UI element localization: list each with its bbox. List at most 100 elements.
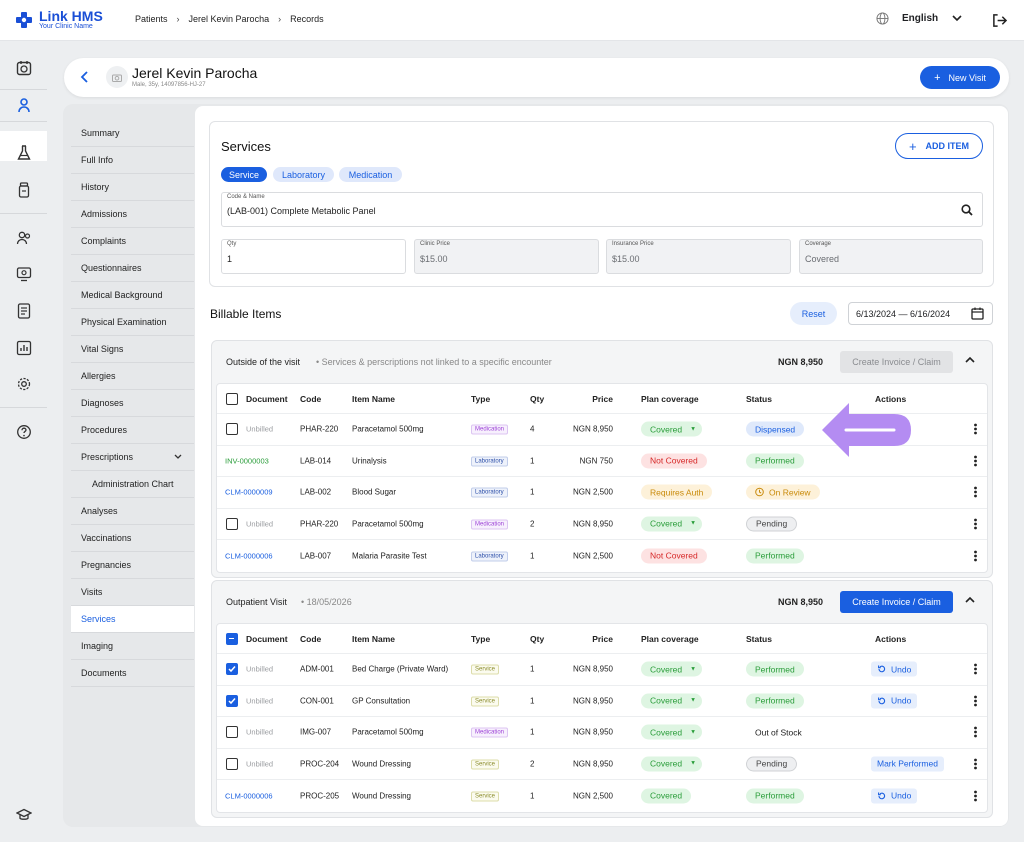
breadcrumb-patient-name[interactable]: Jerel Kevin Parocha <box>189 14 270 24</box>
report-document-icon[interactable] <box>14 301 34 321</box>
row-checkbox[interactable] <box>226 517 238 530</box>
reset-button[interactable]: Reset <box>790 302 837 325</box>
group-header[interactable]: Outpatient Visit • 18/05/2026 NGN 8,950 Cre… <box>212 581 992 622</box>
select-all-checkbox[interactable] <box>226 632 238 645</box>
add-item-button[interactable]: + ADD ITEM <box>895 133 983 159</box>
logout-icon[interactable] <box>992 13 1007 28</box>
coverage-pill[interactable]: Covered ▼ <box>641 661 703 677</box>
subnav-item-questionnaires[interactable]: Questionnaires <box>71 255 194 282</box>
subnav-item-analyses[interactable]: Analyses <box>71 498 194 525</box>
subnav-item-full-info[interactable]: Full Info <box>71 147 194 174</box>
row-checkbox[interactable] <box>226 726 238 739</box>
patient-icon[interactable] <box>14 95 34 115</box>
subnav-item-administration-chart[interactable]: Administration Chart <box>71 471 194 498</box>
search-icon[interactable] <box>961 204 973 216</box>
calendar-icon[interactable] <box>14 58 34 78</box>
coverage-cell[interactable]: Covered ▼ <box>641 756 703 772</box>
subnav-item-pregnancies[interactable]: Pregnancies <box>71 552 194 579</box>
subnav-item-imaging[interactable]: Imaging <box>71 633 194 660</box>
chevron-down-icon[interactable] <box>174 454 182 459</box>
more-options-icon[interactable] <box>974 663 977 675</box>
coverage-pill[interactable]: Covered ▼ <box>641 421 703 437</box>
table-row[interactable]: Unbilled IMG-007 Paracetamol 500mg Medicati… <box>217 717 987 749</box>
subnav-item-vital-signs[interactable]: Vital Signs <box>71 336 194 363</box>
date-range-picker[interactable]: 6/13/2024 — 6/16/2024 <box>848 302 993 325</box>
row-checkbox[interactable] <box>226 423 238 436</box>
table-row[interactable]: CLM-0000006 LAB-007 Malaria Parasite Test L… <box>217 540 987 572</box>
table-row[interactable]: Unbilled PROC-204 Wound Dressing Service 2 NG… <box>217 749 987 780</box>
document-cell[interactable]: INV-0000003 <box>225 456 269 465</box>
create-invoice-button[interactable]: Create Invoice / Claim <box>840 591 953 613</box>
mark-performed-button[interactable]: Mark Performed <box>871 756 944 772</box>
tab-laboratory[interactable]: Laboratory <box>273 167 334 182</box>
subnav-item-prescriptions[interactable]: Prescriptions <box>71 444 194 471</box>
subnav-item-vaccinations[interactable]: Vaccinations <box>71 525 194 552</box>
subnav-item-summary[interactable]: Summary <box>71 120 194 147</box>
help-icon[interactable] <box>14 422 34 442</box>
more-options-icon[interactable] <box>974 518 977 530</box>
table-row[interactable]: Unbilled ADM-001 Bed Charge (Private Ward)… <box>217 654 987 686</box>
qty-field[interactable]: Qty 1 <box>221 239 406 274</box>
education-cap-icon[interactable] <box>14 805 34 825</box>
subnav-item-history[interactable]: History <box>71 174 194 201</box>
select-all-checkbox[interactable] <box>226 392 238 405</box>
subnav-item-allergies[interactable]: Allergies <box>71 363 194 390</box>
settings-gear-icon[interactable] <box>14 374 34 394</box>
chevron-up-icon[interactable] <box>965 596 975 603</box>
document-cell[interactable]: CLM-0000006 <box>225 791 273 800</box>
table-row[interactable]: CLM-0000006 PROC-205 Wound Dressing Service… <box>217 780 987 812</box>
staff-group-icon[interactable] <box>14 228 34 248</box>
group-header[interactable]: Outside of the visit • Services & perscri… <box>212 341 992 382</box>
subnav-item-visits[interactable]: Visits <box>71 579 194 606</box>
table-row[interactable]: Unbilled PHAR-220 Paracetamol 500mg Medicat… <box>217 509 987 540</box>
row-checkbox[interactable] <box>226 694 238 707</box>
subnav-item-complaints[interactable]: Complaints <box>71 228 194 255</box>
document-cell[interactable]: CLM-0000006 <box>225 551 273 560</box>
coverage-cell[interactable]: Covered ▼ <box>641 421 703 437</box>
more-options-icon[interactable] <box>974 695 977 707</box>
undo-button[interactable]: Undo <box>871 788 918 804</box>
chevron-up-icon[interactable] <box>965 356 975 363</box>
back-arrow-icon[interactable] <box>80 70 90 84</box>
more-options-icon[interactable] <box>974 790 977 802</box>
coverage-pill[interactable]: Covered ▼ <box>641 756 703 772</box>
lab-flask-icon[interactable] <box>14 143 34 163</box>
table-row[interactable]: CLM-0000009 LAB-002 Blood Sugar Laboratory 1… <box>217 477 987 509</box>
undo-button[interactable]: Undo <box>871 693 918 709</box>
new-visit-button[interactable]: + New Visit <box>920 66 1000 89</box>
table-row[interactable]: Unbilled CON-001 GP Consultation Service 1 NG… <box>217 686 987 717</box>
coverage-cell[interactable]: Covered ▼ <box>641 661 703 677</box>
more-options-icon[interactable] <box>974 423 977 435</box>
more-options-icon[interactable] <box>974 486 977 498</box>
subnav-item-documents[interactable]: Documents <box>71 660 194 687</box>
code-name-field[interactable]: Code & Name (LAB-001) Complete Metabolic… <box>221 192 983 227</box>
more-options-icon[interactable] <box>974 726 977 738</box>
coverage-cell[interactable]: Covered ▼ <box>641 693 703 709</box>
create-invoice-button[interactable]: Create Invoice / Claim <box>840 351 953 373</box>
subnav-item-medical-background[interactable]: Medical Background <box>71 282 194 309</box>
subnav-item-procedures[interactable]: Procedures <box>71 417 194 444</box>
subnav-item-physical-examination[interactable]: Physical Examination <box>71 309 194 336</box>
row-checkbox[interactable] <box>226 757 238 770</box>
coverage-pill[interactable]: Covered ▼ <box>641 693 703 709</box>
medication-bottle-icon[interactable] <box>14 180 34 200</box>
row-checkbox[interactable] <box>226 663 238 676</box>
coverage-cell[interactable]: Covered ▼ <box>641 724 703 740</box>
document-cell[interactable]: CLM-0000009 <box>225 488 273 497</box>
coverage-cell[interactable]: Covered ▼ <box>641 516 703 532</box>
coverage-pill[interactable]: Covered ▼ <box>641 516 703 532</box>
analytics-icon[interactable] <box>14 338 34 358</box>
app-logo[interactable]: Link HMS Your Clinic Name <box>15 9 103 31</box>
tab-service[interactable]: Service <box>221 167 267 182</box>
subnav-item-admissions[interactable]: Admissions <box>71 201 194 228</box>
calendar-icon[interactable] <box>971 307 984 320</box>
subnav-item-services[interactable]: Services <box>71 606 194 633</box>
breadcrumb-patients[interactable]: Patients <box>135 14 168 24</box>
subnav-item-diagnoses[interactable]: Diagnoses <box>71 390 194 417</box>
tab-medication[interactable]: Medication <box>339 167 402 182</box>
monitor-icon[interactable] <box>14 264 34 284</box>
more-options-icon[interactable] <box>974 758 977 770</box>
more-options-icon[interactable] <box>974 550 977 562</box>
undo-button[interactable]: Undo <box>871 661 918 677</box>
coverage-pill[interactable]: Covered ▼ <box>641 724 703 740</box>
